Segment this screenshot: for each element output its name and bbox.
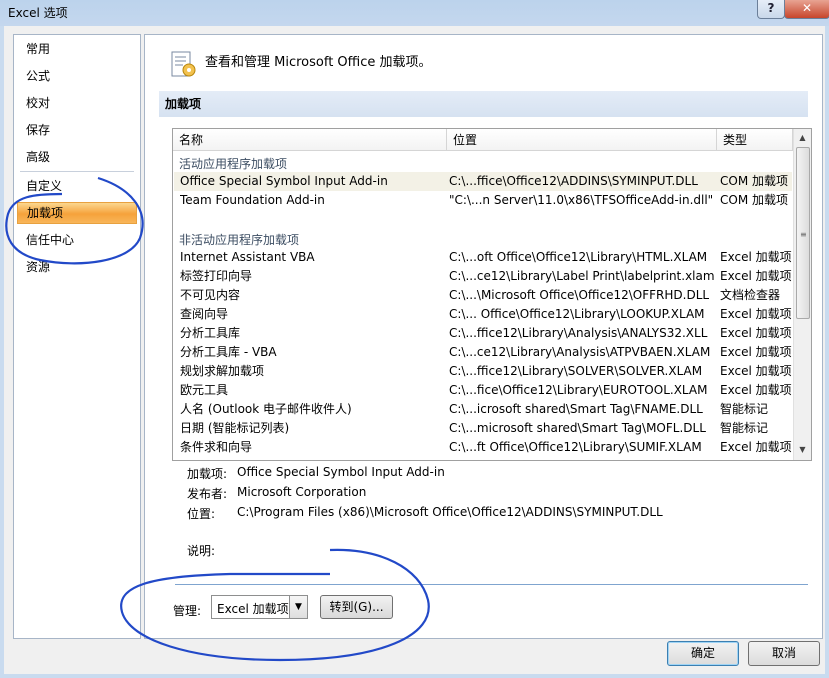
list-item[interactable]: Office Special Symbol Input Add-in C:\..… — [174, 172, 792, 191]
close-button[interactable]: ✕ — [784, 0, 829, 19]
manage-select-value: Excel 加载项 — [217, 602, 289, 616]
addin-name: Internet Assistant VBA — [180, 250, 315, 264]
grip-icon: ≡ — [800, 230, 807, 239]
category-nav: 常用 公式 校对 保存 高级 自定义 加载项 信任中心 资源 — [13, 34, 141, 639]
addin-location: C:\...icrosoft shared\Smart Tag\FNAME.DL… — [449, 402, 703, 416]
addin-location: C:\...ft Office\Office12\Library\SUMIF.X… — [449, 440, 702, 454]
addin-name: Team Foundation Add-in — [180, 193, 325, 207]
addin-type: 文档检查器 — [720, 288, 781, 302]
addin-name: 人名 (Outlook 电子邮件收件人) — [180, 402, 352, 416]
list-item[interactable]: Team Foundation Add-in "C:\...n Server\1… — [174, 191, 792, 210]
nav-item-advanced[interactable]: 高级 — [17, 146, 137, 168]
addin-name: 查阅向导 — [180, 307, 229, 321]
list-item[interactable]: 不可见内容 C:\...\Microsoft Office\Office12\O… — [174, 286, 792, 305]
window-title: Excel 选项 — [8, 6, 68, 20]
group-header-active: 活动应用程序加载项 — [179, 157, 288, 171]
nav-item-common[interactable]: 常用 — [17, 38, 137, 60]
nav-item-trust-center[interactable]: 信任中心 — [17, 229, 137, 251]
list-scrollbar[interactable]: ▲ ≡ ▼ — [793, 129, 811, 460]
scroll-thumb[interactable]: ≡ — [796, 147, 810, 319]
addin-name: 欧元工具 — [180, 383, 229, 397]
addin-location: C:\...ffice\Office12\ADDINS\SYMINPUT.DLL — [449, 174, 698, 188]
nav-divider — [20, 171, 134, 172]
addin-location: C:\...\Microsoft Office\Office12\OFFRHD.… — [449, 288, 710, 302]
addin-name: 规划求解加载项 — [180, 364, 265, 378]
addins-list[interactable]: 名称 位置 类型 活动应用程序加载项 Office Special Symbol… — [172, 128, 812, 461]
addin-location: C:\...ffice12\Library\SOLVER\SOLVER.XLAM — [449, 364, 703, 378]
list-item[interactable]: 条件求和向导 C:\...ft Office\Office12\Library\… — [174, 438, 792, 457]
addin-location: C:\...fice\Office12\Library\EUROTOOL.XLA… — [449, 383, 708, 397]
column-header-type[interactable]: 类型 — [717, 129, 793, 151]
list-item[interactable]: 标签打印向导 C:\...ce12\Library\Label Print\la… — [174, 267, 792, 286]
addin-label: 加载项: — [187, 467, 228, 481]
list-item[interactable]: 日期 (智能标记列表) C:\...microsoft shared\Smart… — [174, 419, 792, 438]
list-item[interactable]: 人名 (Outlook 电子邮件收件人) C:\...icrosoft shar… — [174, 400, 792, 419]
publisher-value: Microsoft Corporation — [237, 485, 367, 499]
help-button[interactable]: ? — [757, 0, 785, 19]
addin-type: Excel 加载项 — [720, 326, 792, 340]
column-header-name[interactable]: 名称 — [173, 129, 447, 151]
divider — [175, 584, 808, 585]
addin-name: 分析工具库 — [180, 326, 241, 340]
nav-item-customize[interactable]: 自定义 — [17, 175, 137, 197]
nav-item-resources[interactable]: 资源 — [17, 256, 137, 278]
addin-name: 分析工具库 - VBA — [180, 345, 277, 359]
addin-type: Excel 加载项 — [720, 345, 792, 359]
addin-location: C:\...oft Office\Office12\Library\HTML.X… — [449, 250, 708, 264]
ok-button[interactable]: 确定 — [667, 641, 739, 666]
nav-item-save[interactable]: 保存 — [17, 119, 137, 141]
addin-type: Excel 加载项 — [720, 250, 792, 264]
nav-item-proofing[interactable]: 校对 — [17, 92, 137, 114]
addin-location: C:\... Office\Office12\Library\LOOKUP.XL… — [449, 307, 705, 321]
publisher-label: 发布者: — [187, 487, 228, 501]
cancel-button[interactable]: 取消 — [748, 641, 820, 666]
nav-item-formulas[interactable]: 公式 — [17, 65, 137, 87]
section-header: 加载项 — [159, 91, 808, 117]
column-header-location[interactable]: 位置 — [447, 129, 717, 151]
addin-location: C:\...ce12\Library\Label Print\labelprin… — [449, 269, 715, 283]
list-item[interactable]: 规划求解加载项 C:\...ffice12\Library\SOLVER\SOL… — [174, 362, 792, 381]
list-item[interactable]: Internet Assistant VBA C:\...oft Office\… — [174, 248, 792, 267]
list-item[interactable]: 分析工具库 C:\...ffice12\Library\Analysis\ANA… — [174, 324, 792, 343]
addin-location: C:\...microsoft shared\Smart Tag\MOFL.DL… — [449, 421, 706, 435]
addin-type: Excel 加载项 — [720, 440, 792, 454]
addin-type: Excel 加载项 — [720, 269, 792, 283]
addin-name: Office Special Symbol Input Add-in — [180, 174, 388, 188]
list-item[interactable]: 查阅向导 C:\... Office\Office12\Library\LOOK… — [174, 305, 792, 324]
chevron-down-icon[interactable]: ▼ — [289, 596, 307, 618]
addin-type: COM 加载项 — [720, 174, 788, 188]
location-value: C:\Program Files (x86)\Microsoft Office\… — [237, 505, 663, 519]
addins-settings-icon — [171, 51, 196, 77]
goto-button[interactable]: 转到(G)... — [320, 595, 393, 619]
addin-details: 加载项: Office Special Symbol Input Add-in … — [187, 465, 787, 565]
manage-label: 管理: — [173, 604, 202, 618]
nav-item-addins[interactable]: 加载项 — [17, 202, 137, 224]
addin-location: "C:\...n Server\11.0\x86\TFSOfficeAdd-in… — [449, 193, 714, 207]
location-label: 位置: — [187, 507, 216, 521]
addin-type: Excel 加载项 — [720, 383, 792, 397]
list-item[interactable]: 欧元工具 C:\...fice\Office12\Library\EUROTOO… — [174, 381, 792, 400]
description-label: 说明: — [187, 544, 216, 558]
addin-type: Excel 加载项 — [720, 307, 792, 321]
list-item[interactable]: 分析工具库 - VBA C:\...ce12\Library\Analysis\… — [174, 343, 792, 362]
addin-type: 智能标记 — [720, 402, 769, 416]
addin-name: 日期 (智能标记列表) — [180, 421, 290, 435]
addin-name: 不可见内容 — [180, 288, 241, 302]
addin-type: Excel 加载项 — [720, 364, 792, 378]
manage-select[interactable]: Excel 加载项 ▼ — [211, 595, 308, 619]
addin-name: 标签打印向导 — [180, 269, 253, 283]
addin-type: COM 加载项 — [720, 193, 788, 207]
title-bar: Excel 选项 ? ✕ — [0, 0, 829, 26]
addins-panel: 查看和管理 Microsoft Office 加载项。 加载项 名称 位置 类型… — [144, 34, 823, 639]
addin-location: C:\...ce12\Library\Analysis\ATPVBAEN.XLA… — [449, 345, 711, 359]
addin-type: 智能标记 — [720, 421, 769, 435]
addin-value: Office Special Symbol Input Add-in — [237, 465, 445, 479]
scroll-down-icon[interactable]: ▼ — [795, 442, 810, 458]
scroll-up-icon[interactable]: ▲ — [795, 130, 810, 146]
addin-name: 条件求和向导 — [180, 440, 253, 454]
group-header-inactive: 非活动应用程序加载项 — [179, 233, 300, 247]
page-title: 查看和管理 Microsoft Office 加载项。 — [205, 55, 432, 70]
dialog-body: 常用 公式 校对 保存 高级 自定义 加载项 信任中心 资源 查看和管理 Mic… — [4, 26, 825, 674]
addin-location: C:\...ffice12\Library\Analysis\ANALYS32.… — [449, 326, 708, 340]
